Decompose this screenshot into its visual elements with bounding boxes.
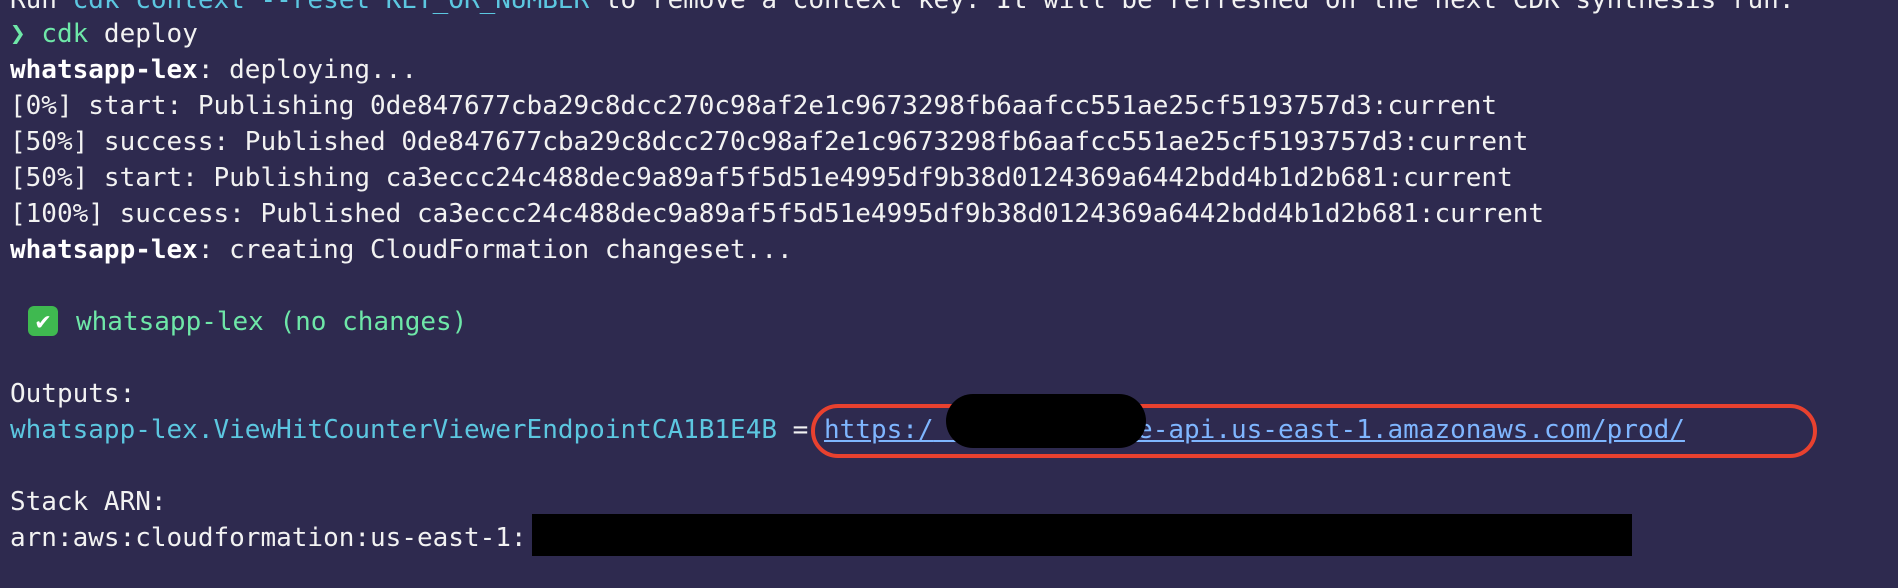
- output-text: : creating CloudFormation changeset...: [197, 235, 793, 265]
- context-hint-prefix: Run: [10, 0, 73, 15]
- command-cdk: cdk: [41, 19, 89, 49]
- prompt-chevron-icon: ❯: [10, 19, 26, 49]
- output-line-publish-success-1: [50%] success: Published 0de847677cba29c…: [10, 127, 1529, 157]
- stack-name: whatsapp-lex: [10, 235, 198, 265]
- stack-arn-value: arn:aws:cloudformation:us-east-1:: [10, 523, 527, 553]
- terminal-window[interactable]: Run cdk context --reset KEY_OR_NUMBER to…: [0, 0, 1898, 588]
- status-text: whatsapp-lex (no changes): [76, 307, 468, 337]
- redaction-account-id: [532, 514, 1632, 556]
- redaction-url-host: [946, 394, 1146, 448]
- stack-arn-heading: Stack ARN:: [10, 487, 167, 517]
- output-line-publish-success-2: [100%] success: Published ca3eccc24c488d…: [10, 199, 1545, 229]
- context-hint-command: cdk context --reset KEY_OR_NUMBER: [72, 0, 590, 15]
- status-line: ✔ whatsapp-lex (no changes): [28, 304, 467, 340]
- outputs-heading: Outputs:: [10, 379, 136, 409]
- output-line-publish-start-2: [50%] start: Publishing ca3eccc24c488dec…: [10, 163, 1513, 193]
- output-text: : deploying...: [197, 55, 417, 85]
- output-line-deploying: whatsapp-lex: deploying...: [10, 52, 417, 88]
- stack-name: whatsapp-lex: [10, 55, 198, 85]
- output-line-changeset: whatsapp-lex: creating CloudFormation ch…: [10, 232, 793, 268]
- command-prompt-line: ❯ cdk deploy: [10, 16, 198, 52]
- output-key: whatsapp-lex.ViewHitCounterViewerEndpoin…: [10, 415, 778, 445]
- context-hint-line: Run cdk context --reset KEY_OR_NUMBER to…: [10, 0, 1795, 18]
- context-hint-suffix: to remove a context key. It will be refr…: [589, 0, 1795, 15]
- stack-arn-line: arn:aws:cloudformation:us-east-1:: [10, 520, 527, 556]
- check-mark-icon: ✔: [28, 305, 58, 336]
- output-line-publish-start-1: [0%] start: Publishing 0de847677cba29c8d…: [10, 91, 1498, 121]
- command-args: deploy: [88, 19, 198, 49]
